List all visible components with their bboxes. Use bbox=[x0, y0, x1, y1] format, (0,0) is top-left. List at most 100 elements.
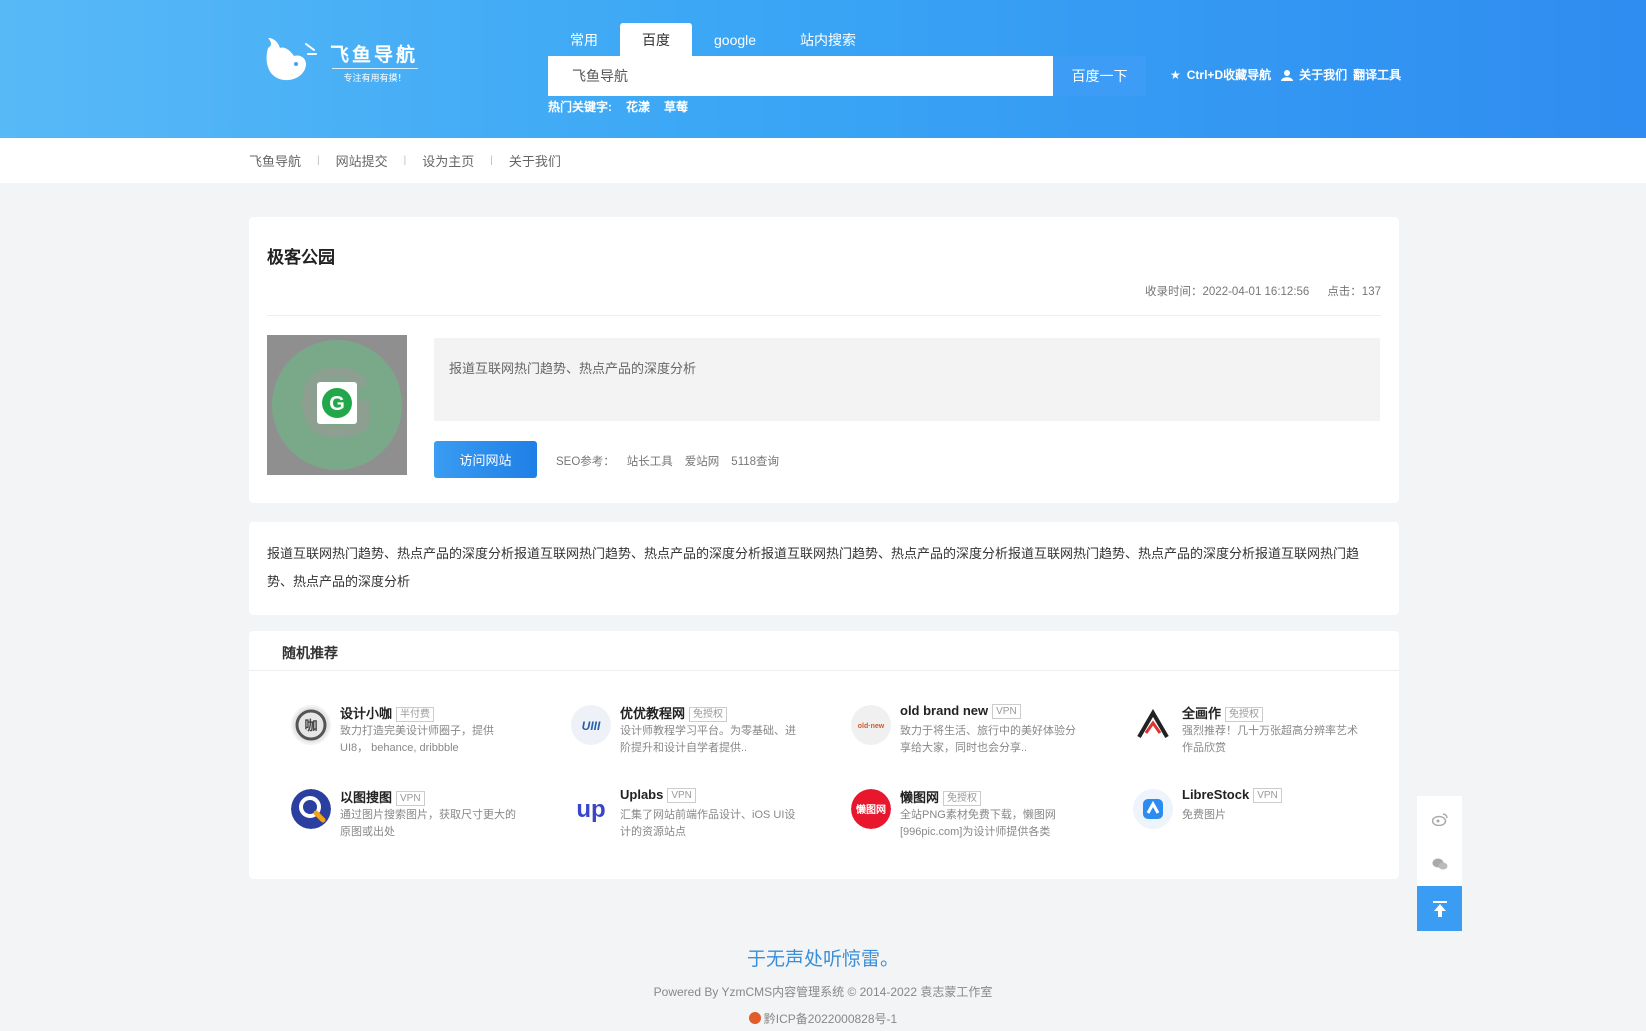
recommend-tag: 免授权 bbox=[943, 791, 982, 806]
recommend-desc: 致力打造完美设计师圈子，提供UI8， behance, dribbble bbox=[340, 725, 494, 754]
recommend-desc: 致力于将生活、旅行中的美好体验分享给大家，同时也会分享.. bbox=[900, 725, 1076, 754]
recommend-name: LibreStock bbox=[1182, 787, 1250, 802]
seo-link-5118[interactable]: 5118查询 bbox=[731, 453, 779, 469]
lazy-image-logo-icon: 懒图网 bbox=[851, 789, 891, 829]
hot-keywords: 热门关键字: 花漾 草莓 bbox=[548, 98, 688, 115]
uiiiuiii-logo-icon: UIII bbox=[571, 705, 611, 745]
recommend-tag: VPN bbox=[396, 791, 425, 806]
logo-title: 飞鱼导航 bbox=[330, 44, 419, 66]
recommend-tag: 免授权 bbox=[1225, 707, 1264, 722]
recommend-title: 随机推荐 bbox=[282, 646, 338, 662]
recommend-item[interactable]: 以图搜图 VPN 通过图片搜索图片，获取尺寸更大的原图或出处 bbox=[291, 787, 541, 847]
site-description: 报道互联网热门趋势、热点产品的深度分析 bbox=[434, 338, 1380, 421]
tab-google[interactable]: google bbox=[692, 23, 778, 56]
star-icon: ★ bbox=[1170, 67, 1181, 82]
seo-link-chinaz[interactable]: 站长工具 bbox=[627, 453, 673, 469]
footer-copyright: Powered By YzmCMS内容管理系统 © 2014-2022 袁志蒙工… bbox=[653, 985, 993, 999]
search-input[interactable] bbox=[548, 56, 1053, 96]
recommend-desc: 设计师教程学习平台。为零基础、进阶提升和设计自学者提供.. bbox=[620, 725, 796, 754]
coffee-logo-icon: 咖 bbox=[291, 705, 331, 745]
tab-site-search[interactable]: 站内搜索 bbox=[778, 23, 878, 56]
tab-baidu[interactable]: 百度 bbox=[620, 23, 692, 56]
hot-keywords-label: 热门关键字: bbox=[548, 100, 612, 114]
fish-logo-icon bbox=[266, 38, 317, 81]
weibo-share-button[interactable] bbox=[1417, 796, 1462, 841]
header: 飞鱼导航 专注有用有摸！ 常用 百度 google 站内搜索 百度一下 热门关键… bbox=[0, 0, 1646, 138]
nav-item-home[interactable]: 飞鱼导航 bbox=[249, 151, 301, 170]
recommend-tag: VPN bbox=[992, 704, 1021, 719]
uplabs-logo-icon: up bbox=[571, 789, 611, 829]
recommend-header: 随机推荐 bbox=[249, 631, 1399, 671]
recommend-name: 全画作 bbox=[1182, 706, 1222, 721]
recommend-name: 优优教程网 bbox=[620, 706, 686, 721]
recommend-item[interactable]: UIII 优优教程网 免授权 设计师教程学习平台。为零基础、进阶提升和设计自学者提… bbox=[571, 703, 821, 763]
svg-text:G: G bbox=[329, 393, 345, 415]
nav-item-submit[interactable]: 网站提交 bbox=[336, 151, 388, 170]
arrow-up-icon bbox=[1432, 900, 1447, 917]
librestock-logo-icon bbox=[1133, 789, 1173, 829]
svg-text:咖: 咖 bbox=[304, 718, 317, 734]
recommend-item[interactable]: LibreStock VPN 免费图片 bbox=[1133, 787, 1383, 847]
wechat-icon bbox=[1432, 858, 1447, 869]
about-link[interactable]: 关于我们 bbox=[1299, 66, 1347, 83]
site-detail-card: 极客公园 收录时间：2022-04-01 16:12:56 点击：137 G G… bbox=[249, 217, 1399, 503]
icp-link[interactable]: 黔ICP备2022000828号-1 bbox=[764, 1012, 897, 1026]
search-tabs: 常用 百度 google 站内搜索 bbox=[548, 23, 878, 56]
user-icon bbox=[1281, 69, 1294, 81]
old-brand-new-logo-icon: old·new bbox=[851, 705, 891, 745]
recommend-item[interactable]: up Uplabs VPN 汇集了网站前端作品设计、iOS UI设计的资源站点 bbox=[571, 787, 821, 847]
search-box: 百度一下 bbox=[548, 56, 1146, 96]
breadcrumb-nav: 飞鱼导航 | 网站提交 | 设为主页 | 关于我们 bbox=[249, 138, 561, 183]
recommend-name: 懒图网 bbox=[900, 790, 940, 805]
logo-slogan: 专注有用有摸！ bbox=[332, 68, 418, 84]
tab-common[interactable]: 常用 bbox=[548, 23, 620, 56]
footer-icp: 黔ICP备2022000828号-1 bbox=[0, 1010, 1646, 1027]
recommend-card: 随机推荐 咖 设计小咖 半付费 致力打造完美设计师圈子，提供UI8， behanc… bbox=[249, 631, 1399, 879]
svg-text:UIII: UIII bbox=[582, 719, 601, 733]
nav-item-about[interactable]: 关于我们 bbox=[509, 151, 561, 170]
recommend-desc: 强烈推荐！几十万张超高分辨率艺术作品欣赏 bbox=[1182, 725, 1358, 754]
svg-text:up: up bbox=[576, 796, 605, 823]
recommend-item[interactable]: 咖 设计小咖 半付费 致力打造完美设计师圈子，提供UI8， behance, dr… bbox=[291, 703, 541, 763]
recommend-item[interactable]: 全画作 免授权 强烈推荐！几十万张超高分辨率艺术作品欣赏 bbox=[1133, 703, 1383, 763]
side-toolbar bbox=[1417, 796, 1462, 931]
hot-keyword-link[interactable]: 草莓 bbox=[664, 98, 688, 115]
bookmark-link[interactable]: Ctrl+D收藏导航 bbox=[1187, 66, 1271, 83]
recommend-desc: 免费图片 bbox=[1182, 809, 1226, 821]
site-content-card: 报道互联网热门趋势、热点产品的深度分析报道互联网热门趋势、热点产品的深度分析报道… bbox=[249, 522, 1399, 615]
weibo-icon bbox=[1431, 812, 1448, 826]
recommend-name: old brand new bbox=[900, 703, 989, 718]
recommend-desc: 通过图片搜索图片，获取尺寸更大的原图或出处 bbox=[340, 809, 516, 838]
site-meta: 收录时间：2022-04-01 16:12:56 点击：137 bbox=[1145, 283, 1381, 299]
site-title: 极客公园 bbox=[267, 248, 335, 268]
search-button[interactable]: 百度一下 bbox=[1053, 56, 1146, 96]
translate-link[interactable]: 翻译工具 bbox=[1353, 66, 1401, 83]
site-logo[interactable]: 飞鱼导航 专注有用有摸！ bbox=[262, 34, 422, 86]
recommend-tag: VPN bbox=[1253, 788, 1282, 803]
recommend-item[interactable]: 懒图网 懒图网 免授权 全站PNG素材免费下载，懒图网[996pic.com]为设… bbox=[851, 787, 1101, 847]
recommend-desc: 汇集了网站前端作品设计、iOS UI设计的资源站点 bbox=[620, 809, 796, 838]
nav-item-set-homepage[interactable]: 设为主页 bbox=[422, 151, 474, 170]
seo-link-aizhan[interactable]: 爱站网 bbox=[685, 453, 720, 469]
police-badge-icon bbox=[748, 1012, 761, 1024]
collected-time: 收录时间：2022-04-01 16:12:56 bbox=[1145, 286, 1310, 298]
recommend-item[interactable]: old·new old brand new VPN 致力于将生活、旅行中的美好体验… bbox=[851, 703, 1101, 763]
nav-separator: | bbox=[317, 155, 320, 166]
visit-site-button[interactable]: 访问网站 bbox=[434, 441, 537, 478]
footer-quote: 于无声处听惊雷。 bbox=[746, 948, 899, 970]
wechat-share-button[interactable] bbox=[1417, 841, 1462, 886]
nav-separator: | bbox=[490, 155, 493, 166]
navbar: 飞鱼导航 | 网站提交 | 设为主页 | 关于我们 bbox=[0, 138, 1646, 183]
back-to-top-button[interactable] bbox=[1417, 886, 1462, 931]
recommend-name: 设计小咖 bbox=[340, 706, 393, 721]
click-count: 点击：137 bbox=[1327, 286, 1381, 298]
seo-label: SEO参考： bbox=[556, 456, 615, 468]
hot-keyword-link[interactable]: 花漾 bbox=[626, 98, 650, 115]
geekpark-logo-icon: G G bbox=[267, 335, 407, 475]
seo-links: SEO参考： 站长工具 爱站网 5118查询 bbox=[556, 453, 779, 469]
image-search-logo-icon bbox=[291, 789, 331, 829]
recommend-tag: VPN bbox=[667, 788, 696, 803]
top-links: ★ Ctrl+D收藏导航 关于我们 翻译工具 bbox=[1170, 66, 1401, 83]
svg-text:懒图网: 懒图网 bbox=[856, 803, 886, 816]
nav-separator: | bbox=[403, 155, 407, 166]
